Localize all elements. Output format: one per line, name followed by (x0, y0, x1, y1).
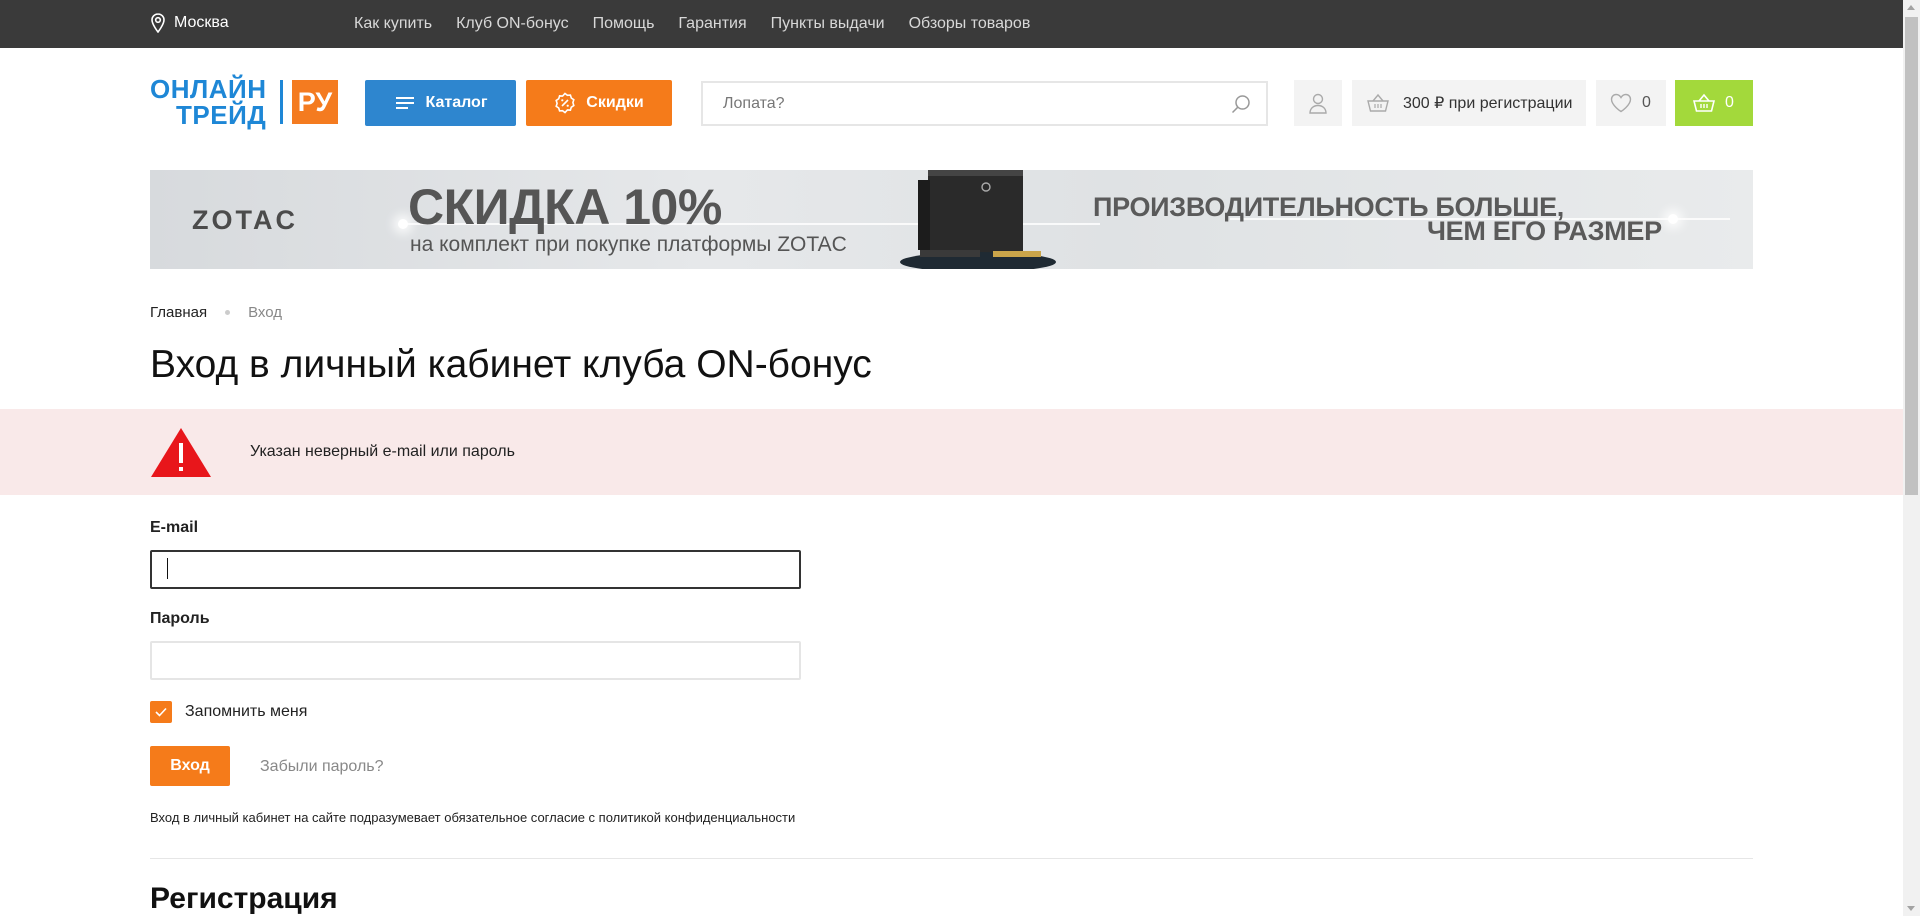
cart-button[interactable]: 0 (1675, 80, 1753, 126)
top-nav-pickup-points[interactable]: Пункты выдачи (771, 15, 885, 33)
heart-icon (1610, 93, 1632, 113)
city-selector[interactable]: Москва (150, 13, 229, 33)
sale-button[interactable]: Скидки (526, 80, 672, 126)
city-label: Москва (174, 14, 229, 31)
error-message: Указан неверный e-mail или пароль (250, 443, 515, 460)
catalog-label: Каталог (425, 94, 488, 111)
breadcrumb: Главная Вход (150, 304, 282, 321)
scroll-up-arrow-icon[interactable] (1907, 5, 1915, 10)
error-alert: Указан неверный e-mail или пароль (0, 409, 1903, 495)
search-icon[interactable] (1230, 93, 1252, 115)
logo-line2: ТРЕЙД (176, 100, 267, 130)
banner-subline: на комплект при покупке платформы ZOTAC (410, 233, 847, 256)
favorites-button[interactable]: 0 (1596, 80, 1666, 126)
banner-brand: ZOTAC (192, 205, 298, 235)
password-field[interactable] (150, 641, 801, 680)
email-label: E-mail (150, 519, 199, 536)
top-nav: Как купить Клуб ON-бонус Помощь Гарантия… (354, 0, 1030, 48)
banner-light-dot (1668, 214, 1678, 224)
favorites-count: 0 (1642, 94, 1651, 111)
cart-count: 0 (1725, 94, 1734, 111)
catalog-button[interactable]: Каталог (365, 80, 516, 126)
menu-icon (395, 97, 414, 109)
warning-icon (151, 428, 211, 477)
email-field[interactable] (150, 550, 801, 589)
section-divider (150, 858, 1753, 859)
text-cursor (167, 558, 168, 579)
site-logo[interactable]: ОНЛАЙН ТРЕЙД РУ (150, 76, 338, 128)
promo-banner[interactable]: ZOTAC СКИДКА 10% на комплект при покупке… (150, 170, 1753, 269)
page-scrollbar[interactable] (1903, 0, 1920, 916)
user-icon (1309, 93, 1327, 114)
password-label: Пароль (150, 610, 210, 627)
mini-pc-image (900, 170, 1056, 269)
forgot-password-link[interactable]: Забыли пароль? (260, 758, 384, 776)
account-button[interactable] (1294, 80, 1342, 126)
registration-title: Регистрация (150, 882, 338, 915)
remember-me[interactable]: Запомнить меня (150, 701, 307, 723)
logo-divider (280, 80, 283, 124)
sale-label: Скидки (586, 94, 644, 111)
scrollbar-thumb[interactable] (1905, 17, 1918, 495)
logo-suffix: РУ (292, 80, 338, 124)
banner-light-dot (398, 219, 408, 229)
registration-bonus-button[interactable]: 300 ₽ при регистрации (1352, 80, 1586, 126)
cart-basket-icon (1693, 93, 1715, 112)
banner-headline: СКИДКА 10% (408, 179, 722, 235)
top-nav-how-to-buy[interactable]: Как купить (354, 15, 432, 33)
scroll-down-arrow-icon[interactable] (1907, 906, 1915, 911)
top-nav-warranty[interactable]: Гарантия (678, 15, 746, 33)
top-nav-help[interactable]: Помощь (593, 15, 655, 33)
consent-text: Вход в личный кабинет на сайте подразуме… (150, 810, 796, 825)
top-bar: Москва Как купить Клуб ON-бонус Помощь Г… (0, 0, 1903, 48)
logo-line1: ОНЛАЙН (150, 74, 267, 104)
top-nav-bonus-club[interactable]: Клуб ON-бонус (456, 15, 569, 33)
remember-me-label: Запомнить меня (185, 703, 308, 720)
logo-text: ОНЛАЙН ТРЕЙД (150, 76, 266, 128)
page-title: Вход в личный кабинет клуба ON-бонус (150, 343, 872, 386)
search-input[interactable] (723, 83, 1223, 124)
remember-me-checkbox[interactable] (150, 701, 172, 723)
search-box (701, 81, 1268, 126)
breadcrumb-home[interactable]: Главная (150, 304, 207, 321)
basket-icon (1367, 93, 1389, 112)
breadcrumb-separator (225, 310, 231, 315)
breadcrumb-current: Вход (248, 304, 283, 321)
top-nav-reviews[interactable]: Обзоры товаров (909, 15, 1031, 33)
registration-bonus-label: 300 ₽ при регистрации (1403, 95, 1573, 112)
checkmark-icon (155, 707, 167, 717)
banner-slogan-line2: ЧЕМ ЕГО РАЗМЕР (1427, 216, 1662, 246)
login-button[interactable]: Вход (150, 746, 230, 786)
location-pin-icon (151, 13, 165, 33)
discount-badge-icon (555, 92, 576, 114)
